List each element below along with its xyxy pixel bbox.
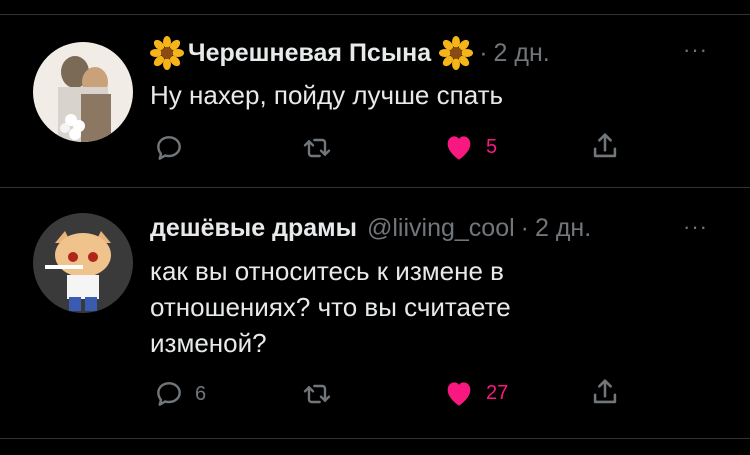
handle[interactable]: @liiving_cool (367, 214, 515, 243)
tweet-2[interactable]: дешёвые драмы @liiving_cool · 2 дн. ··· … (0, 188, 750, 438)
tweet-1[interactable]: Черешневая Псына · 2 дн. ··· Ну нахер, п… (0, 15, 750, 187)
tweet-text: Ну нахер, пойду лучше спать (150, 80, 504, 110)
divider-bottom (0, 438, 750, 439)
timestamp[interactable]: 2 дн. (494, 39, 550, 68)
dot-separator: · (479, 38, 488, 67)
dot-separator: · (520, 214, 529, 242)
reply-button[interactable]: 6 (153, 378, 206, 410)
share-icon (593, 133, 617, 158)
sunflower-icon (150, 36, 184, 70)
like-button[interactable]: 5 (442, 130, 497, 164)
display-name[interactable]: Черешневая Псына (188, 39, 431, 68)
retweet-icon (303, 138, 331, 158)
like-count: 5 (486, 135, 498, 158)
heart-filled-icon (447, 382, 471, 406)
reply-button[interactable] (153, 132, 195, 164)
sunflower-icon (439, 36, 474, 70)
reply-icon (157, 136, 181, 160)
reply-icon (157, 382, 181, 406)
like-button[interactable]: 27 (442, 376, 508, 410)
like-count: 27 (486, 381, 509, 404)
more-options-icon[interactable]: ··· (683, 214, 708, 240)
avatar[interactable] (33, 213, 133, 313)
display-name[interactable]: дешёвые драмы (150, 214, 357, 243)
timestamp[interactable]: 2 дн. (535, 214, 591, 243)
share-icon (593, 379, 617, 404)
heart-filled-icon (447, 136, 471, 160)
avatar[interactable] (33, 42, 133, 142)
share-button[interactable] (588, 375, 622, 409)
tweet-text-line: как вы относитесь к измене в (150, 256, 504, 286)
share-button[interactable] (588, 129, 622, 163)
tweet-text-line: изменой? (150, 328, 267, 358)
tweet-header: дешёвые драмы @liiving_cool · 2 дн. (150, 214, 591, 243)
more-options-icon[interactable]: ··· (683, 37, 708, 63)
tweet-text-line: отношениях? что вы считаете (150, 292, 511, 322)
tweet-text: как вы относитесь к измене в отношениях?… (150, 253, 511, 361)
reply-count: 6 (195, 382, 207, 405)
retweet-icon (303, 384, 331, 404)
tweet-header: Черешневая Псына · 2 дн. (150, 36, 550, 70)
retweet-button[interactable] (300, 132, 344, 164)
retweet-button[interactable] (300, 378, 344, 410)
